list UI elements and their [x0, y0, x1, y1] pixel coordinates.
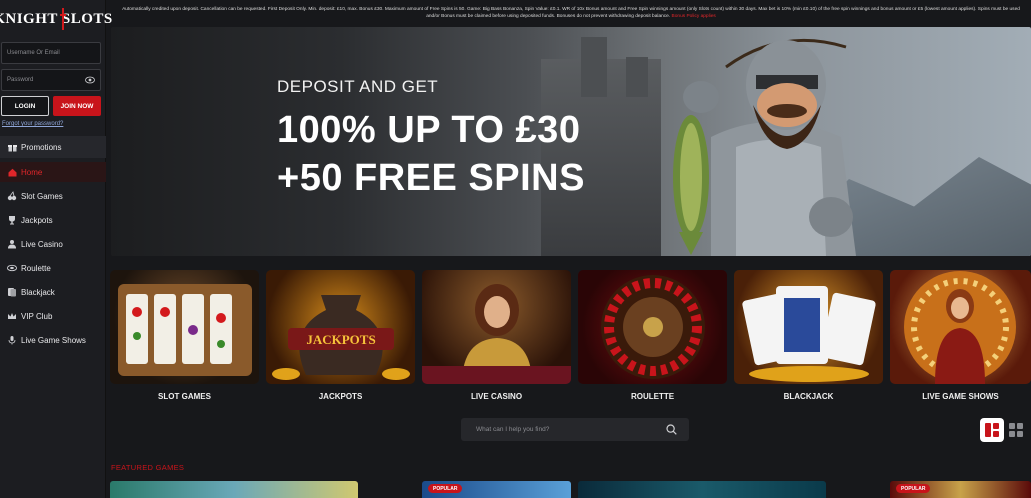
sidebar-item-jackpots[interactable]: Jackpots [0, 210, 106, 230]
bonus-terms-text: Automatically credited upon deposit. Can… [111, 6, 1031, 20]
search-icon[interactable] [666, 424, 677, 435]
sidebar-item-live-game-shows[interactable]: Live Game Shows [0, 330, 106, 350]
category-label[interactable]: BLACKJACK [734, 392, 883, 401]
view-toggle [980, 418, 1026, 442]
game-show-host-image [904, 271, 1016, 384]
small-grid-icon[interactable] [1006, 420, 1026, 440]
category-label[interactable]: SLOT GAMES [110, 392, 259, 401]
sidebar: KNIGHT SLOTS Username Or Email Password … [0, 0, 112, 498]
dealer-icon [7, 239, 17, 249]
username-input[interactable]: Username Or Email [1, 42, 101, 64]
search-input[interactable]: What can I help you find? [461, 418, 689, 441]
crown-icon [7, 311, 17, 321]
forgot-password-link[interactable]: Forgot your password? [2, 121, 63, 127]
search-placeholder: What can I help you find? [476, 426, 550, 433]
sidebar-item-label: Slot Games [21, 191, 63, 201]
sidebar-item-slot-games[interactable]: Slot Games [0, 186, 106, 206]
featured-game-tile[interactable] [578, 481, 826, 498]
category-label[interactable]: JACKPOTS [266, 392, 415, 401]
category-tile-slot-games[interactable] [110, 270, 259, 384]
sidebar-item-blackjack[interactable]: Blackjack [0, 282, 106, 302]
logo-right-text: SLOTS [61, 10, 113, 27]
sidebar-item-label: Blackjack [21, 287, 55, 297]
cherries-icon [7, 191, 17, 201]
category-tile-jackpots[interactable]: JACKPOTS [266, 270, 415, 384]
roulette-wheel-image [601, 275, 705, 379]
join-now-button[interactable]: JOIN NOW [53, 96, 101, 116]
username-placeholder: Username Or Email [7, 50, 60, 56]
sidebar-item-label: Home [21, 167, 43, 177]
popular-badge: POPULAR [896, 484, 931, 493]
large-grid-view-button[interactable] [980, 418, 1004, 442]
tower-image [581, 37, 607, 97]
sidebar-item-label: Roulette [21, 263, 51, 273]
password-input[interactable]: Password [1, 69, 101, 91]
trophy-icon [7, 215, 17, 225]
sidebar-item-label: Live Casino [21, 239, 63, 249]
category-tile-live-casino[interactable] [422, 270, 571, 384]
roulette-icon [7, 263, 17, 273]
hero-subtitle: DEPOSIT AND GET [277, 77, 439, 96]
slot-machine-image [118, 284, 252, 376]
sidebar-item-label: VIP Club [21, 311, 53, 321]
home-icon [7, 167, 17, 177]
featured-game-tile[interactable]: POPULAR [422, 481, 571, 498]
featured-game-tile[interactable]: POPULAR [890, 481, 1031, 498]
sidebar-item-promotions[interactable]: Promotions [0, 136, 106, 158]
logo-left-text: KNIGHT [0, 10, 58, 27]
hero-banner[interactable]: DEPOSIT AND GET 100% UP TO £30 +50 FREE … [111, 27, 1031, 256]
category-label[interactable]: LIVE GAME SHOWS [890, 392, 1031, 401]
login-button[interactable]: LOGIN [1, 96, 49, 116]
sidebar-item-label: Jackpots [21, 215, 53, 225]
category-label[interactable]: LIVE CASINO [422, 392, 571, 401]
dealer-image [422, 284, 571, 384]
terms-text: Automatically credited upon deposit. Can… [122, 7, 1020, 19]
jackpot-bag-image: JACKPOTS [272, 295, 410, 380]
sidebar-item-live-casino[interactable]: Live Casino [0, 234, 106, 254]
gift-icon [7, 142, 17, 152]
sidebar-item-label: Live Game Shows [21, 335, 86, 345]
microphone-icon [7, 335, 17, 345]
category-tile-roulette[interactable] [578, 270, 727, 384]
popular-badge: POPULAR [428, 484, 463, 493]
sidebar-item-vip-club[interactable]: VIP Club [0, 306, 106, 326]
svg-text:JACKPOTS: JACKPOTS [306, 332, 375, 347]
cards-icon [7, 287, 17, 297]
hero-offer-line-2: +50 FREE SPINS [277, 157, 585, 199]
eye-icon[interactable] [85, 76, 95, 84]
cards-image [742, 286, 876, 382]
password-placeholder: Password [7, 77, 34, 83]
category-tile-blackjack[interactable] [734, 270, 883, 384]
bonus-policy-link[interactable]: Bonus Policy applies [672, 14, 716, 19]
category-tile-live-game-shows[interactable] [890, 270, 1031, 384]
featured-games-heading: FEATURED GAMES [111, 463, 185, 472]
knight-character-image [673, 38, 856, 256]
brand-logo[interactable]: KNIGHT SLOTS [0, 6, 112, 32]
featured-game-tile[interactable] [110, 481, 358, 498]
sidebar-item-roulette[interactable]: Roulette [0, 258, 106, 278]
category-label[interactable]: ROULETTE [578, 392, 727, 401]
sidebar-item-label: Promotions [21, 142, 62, 152]
hero-offer-line-1: 100% UP TO £30 [277, 109, 581, 151]
sidebar-item-home[interactable]: Home [0, 162, 106, 182]
large-grid-icon [985, 423, 999, 437]
